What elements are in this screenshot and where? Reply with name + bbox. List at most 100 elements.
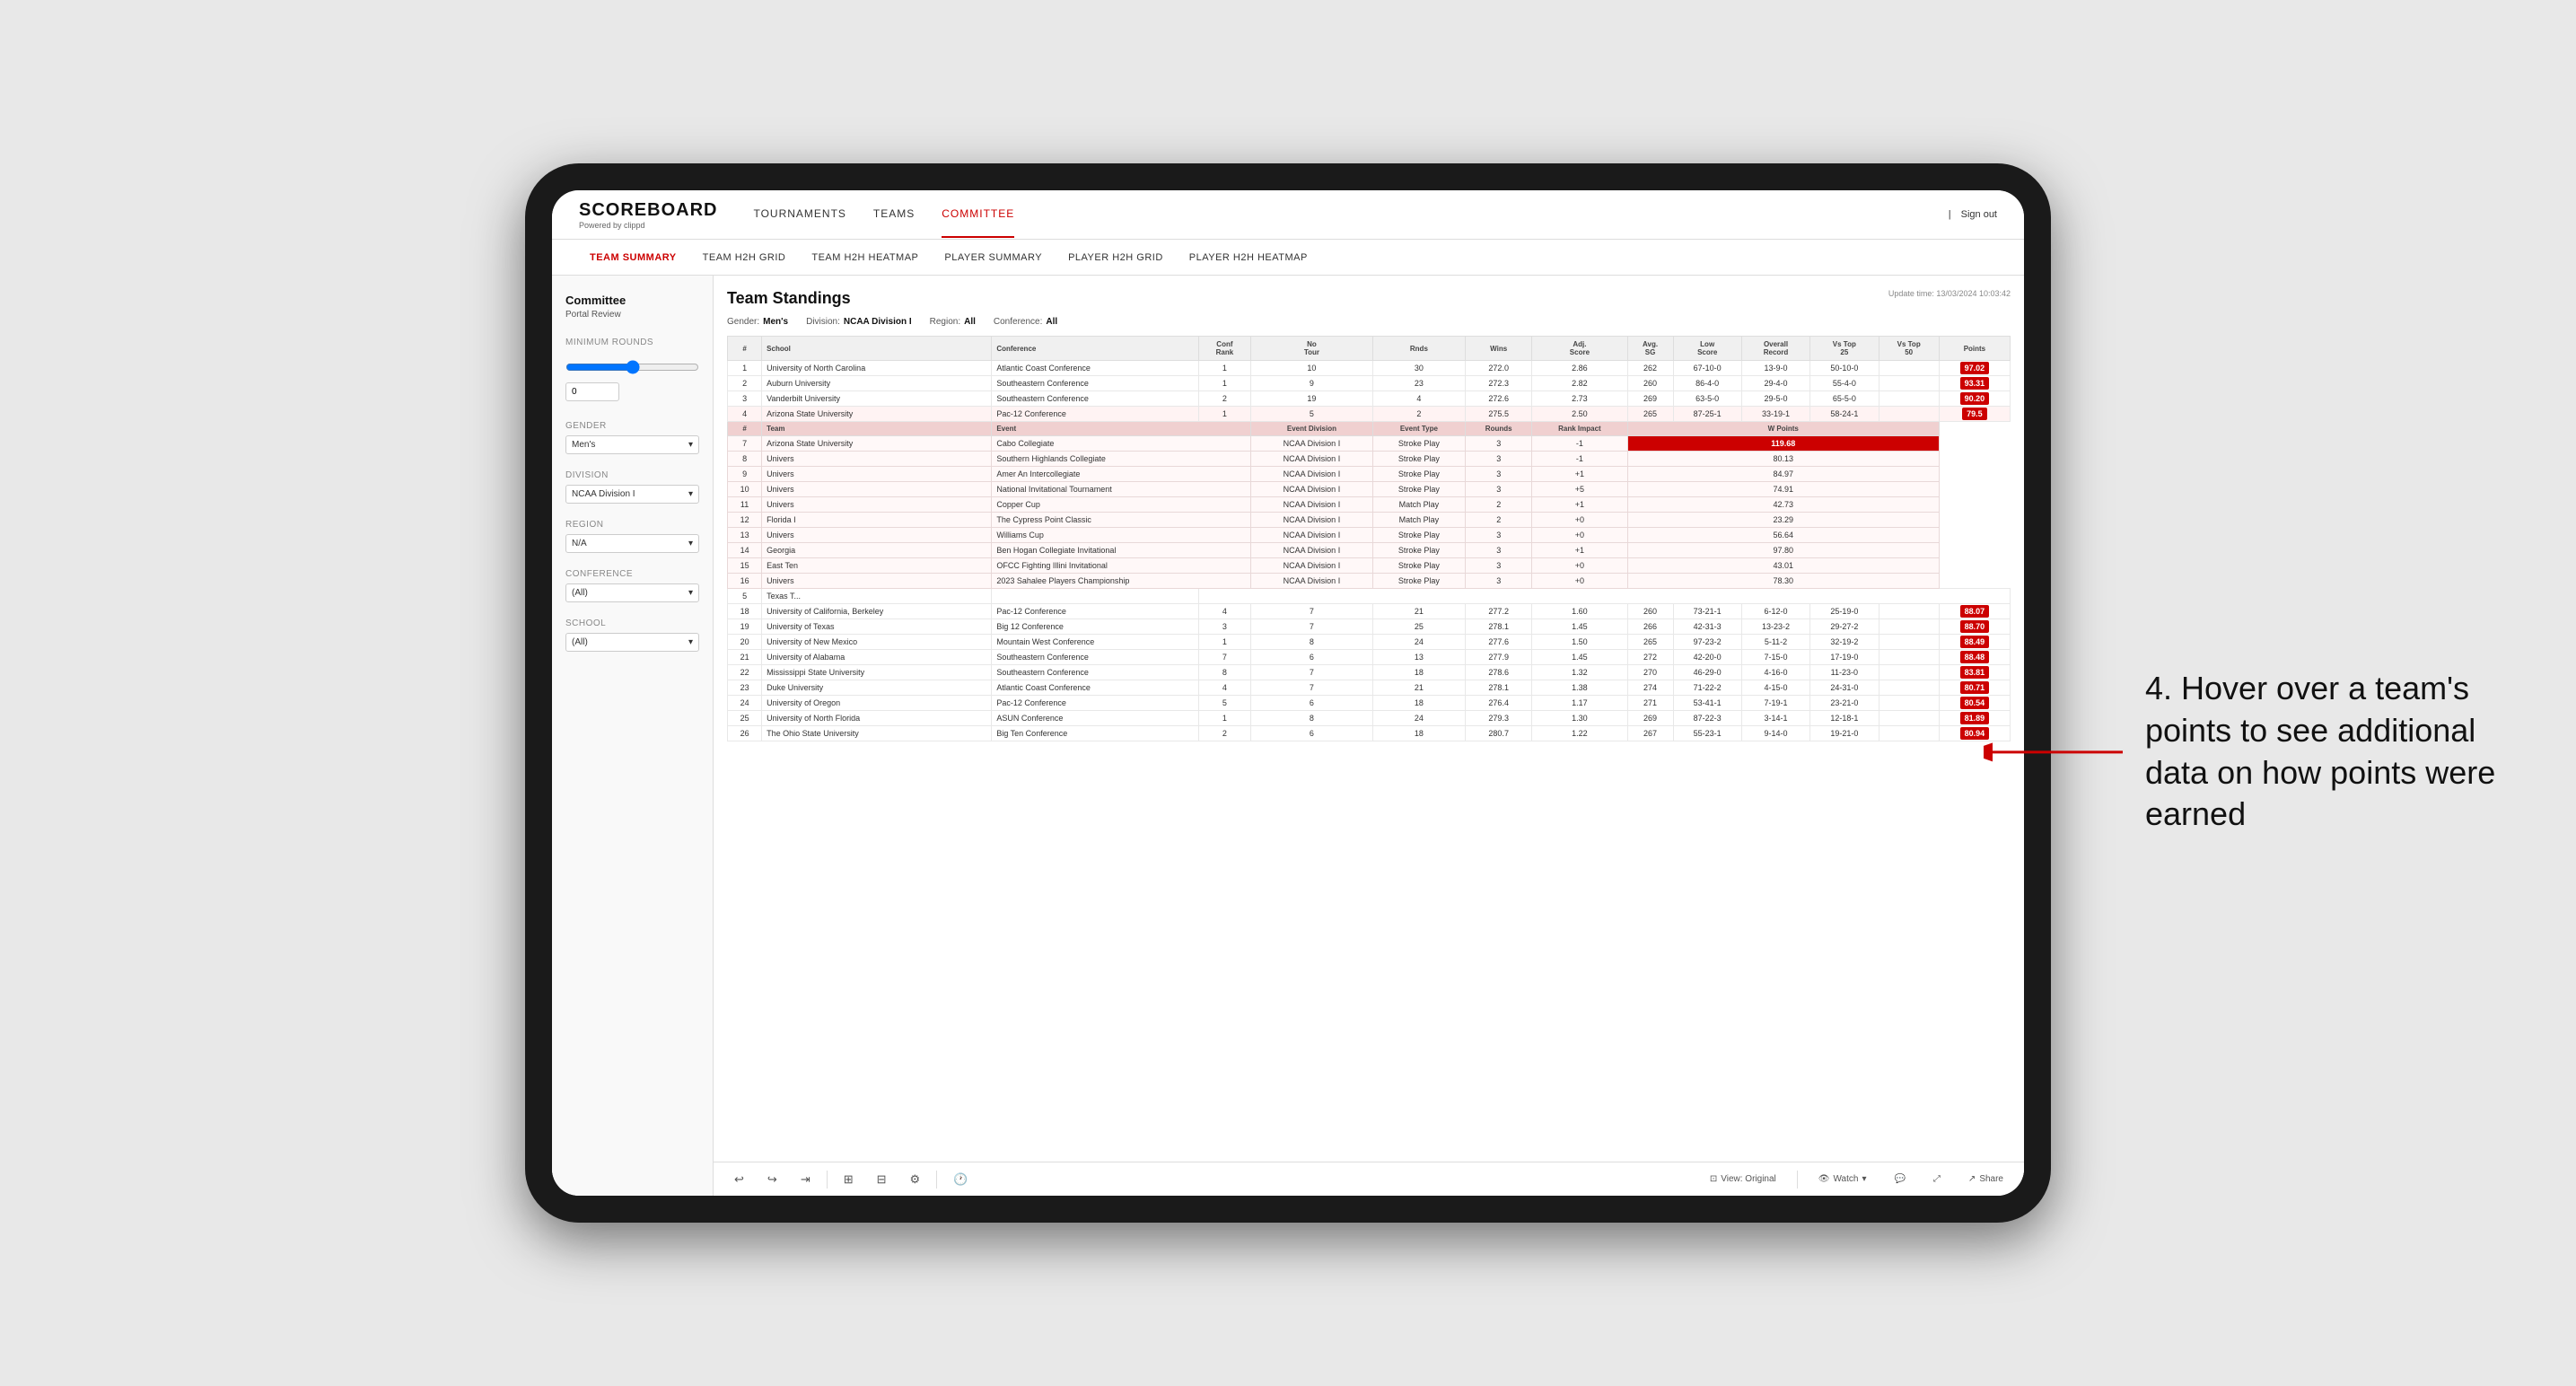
tooltip-col-rounds: Rounds [1466,422,1532,436]
tooltip-col-points: W Points [1627,422,1939,436]
tooltip-col-num: # [728,422,762,436]
points-24[interactable]: 80.54 [1939,696,2010,711]
nav-committee[interactable]: COMMITTEE [942,191,1014,238]
adj-19: 1.45 [1532,619,1627,635]
tooltip-team-10: Univers [762,482,992,497]
col-vs-top-50: Vs Top50 [1879,337,1939,361]
subnav-player-h2h-heatmap[interactable]: PLAYER H2H HEATMAP [1178,243,1319,272]
subnav-team-summary[interactable]: TEAM SUMMARY [579,243,688,272]
table-row: 24 University of Oregon Pac-12 Conferenc… [728,696,2011,711]
sidebar-min-rounds: Minimum Rounds [565,338,699,405]
clock-button[interactable]: 🕐 [946,1168,975,1191]
subnav-team-h2h-heatmap[interactable]: TEAM H2H HEATMAP [801,243,929,272]
undo-button[interactable]: ↩ [727,1168,751,1191]
notour-22: 7 [1251,665,1372,680]
redo-button[interactable]: ↪ [760,1168,784,1191]
avg-2: 260 [1627,376,1673,391]
copy-button[interactable]: ⊞ [837,1168,861,1191]
settings-button[interactable]: ⚙ [903,1168,928,1191]
tooltip-type-15: Stroke Play [1372,558,1466,574]
redo-icon: ↪ [767,1172,777,1187]
tooltip-rounds-9: 3 [1466,467,1532,482]
points-3[interactable]: 90.20 [1939,391,2010,407]
tooltip-data-row: 12 Florida I The Cypress Point Classic N… [728,513,2011,528]
avg-3: 269 [1627,391,1673,407]
points-21[interactable]: 88.48 [1939,650,2010,665]
confrank-25: 1 [1198,711,1251,726]
sidebar-select-gender[interactable]: Men's ▾ [565,435,699,454]
wins-3: 272.6 [1466,391,1532,407]
rank-23: 23 [728,680,762,696]
subnav-player-h2h-grid[interactable]: PLAYER H2H GRID [1057,243,1174,272]
nav-tournaments[interactable]: TOURNAMENTS [753,191,846,238]
points-badge-26[interactable]: 80.94 [1960,727,1990,740]
points-badge-23[interactable]: 80.71 [1960,681,1990,694]
vstop25-22: 11-23-0 [1810,665,1879,680]
points-badge-21[interactable]: 88.48 [1960,651,1990,663]
points-4[interactable]: 79.5 [1939,407,2010,422]
vstop25-1: 50-10-0 [1810,361,1879,376]
notour-18: 7 [1251,604,1372,619]
adj-24: 1.17 [1532,696,1627,711]
points-badge-3[interactable]: 90.20 [1960,392,1990,405]
points-badge-24[interactable]: 80.54 [1960,697,1990,709]
subnav-team-h2h-grid[interactable]: TEAM H2H GRID [692,243,797,272]
col-no-tour: NoTour [1251,337,1372,361]
expand-button[interactable]: ⤢ [1926,1170,1948,1189]
tooltip-team-13: Univers [762,528,992,543]
points-18[interactable]: 88.07 [1939,604,2010,619]
nav-links: TOURNAMENTS TEAMS COMMITTEE [753,191,1948,238]
filter-row: Gender: Men's Division: NCAA Division I … [727,317,2011,327]
tooltip-event-7: Cabo Collegiate [992,436,1251,452]
low-23: 71-22-2 [1673,680,1741,696]
comment-button[interactable]: 💬 [1887,1170,1912,1189]
points-22[interactable]: 83.81 [1939,665,2010,680]
points-badge-18[interactable]: 88.07 [1960,605,1990,618]
sidebar-select-conference[interactable]: (All) ▾ [565,583,699,602]
sidebar-slider-min-rounds[interactable] [565,355,699,379]
table-row-highlighted: 4 Arizona State University Pac-12 Confer… [728,407,2011,422]
sidebar-label-school: School [565,618,699,628]
rnds-22: 18 [1372,665,1466,680]
table-row: 22 Mississippi State University Southeas… [728,665,2011,680]
nav-teams[interactable]: TEAMS [873,191,915,238]
points-23[interactable]: 80.71 [1939,680,2010,696]
points-badge-20[interactable]: 88.49 [1960,636,1990,648]
tooltip-points-15: 43.01 [1627,558,1939,574]
points-26[interactable]: 80.94 [1939,726,2010,741]
points-badge-25[interactable]: 81.89 [1960,712,1990,724]
bottom-toolbar: ↩ ↪ ⇥ ⊞ ⊟ ⚙ [714,1162,2024,1196]
avg-4: 265 [1627,407,1673,422]
logo: SCOREBOARD [579,200,717,221]
points-1[interactable]: 97.02 [1939,361,2010,376]
sidebar-select-school[interactable]: (All) ▾ [565,633,699,652]
view-original-button[interactable]: ⊡ View: Original [1703,1170,1783,1189]
points-25[interactable]: 81.89 [1939,711,2010,726]
paste-button[interactable]: ⊟ [870,1168,894,1191]
subnav-player-summary[interactable]: PLAYER SUMMARY [933,243,1053,272]
points-20[interactable]: 88.49 [1939,635,2010,650]
points-badge-22[interactable]: 83.81 [1960,666,1990,679]
forward-button[interactable]: ⇥ [793,1168,818,1191]
toolbar-divider-3 [1797,1171,1798,1189]
sidebar-input-min-rounds[interactable] [565,382,619,401]
col-conference: Conference [992,337,1198,361]
watch-button[interactable]: 👁 Watch ▾ [1811,1170,1874,1189]
sidebar-select-division[interactable]: NCAA Division I ▾ [565,485,699,504]
points-19[interactable]: 88.70 [1939,619,2010,635]
share-button[interactable]: ↗ Share [1961,1170,2011,1189]
school-25: University of North Florida [762,711,992,726]
table-area: Team Standings Update time: 13/03/2024 1… [714,276,2024,1162]
tablet-frame: SCOREBOARD Powered by clippd TOURNAMENTS… [525,163,2051,1223]
points-badge-2[interactable]: 93.31 [1960,377,1990,390]
signout-link[interactable]: Sign out [1961,209,1997,220]
tooltip-col-rank-impact: Rank Impact [1532,422,1627,436]
rank-1: 1 [728,361,762,376]
points-badge-4[interactable]: 79.5 [1962,408,1987,420]
points-badge-1[interactable]: 97.02 [1960,362,1990,374]
tooltip-rounds-8: 3 [1466,452,1532,467]
sidebar-select-region[interactable]: N/A ▾ [565,534,699,553]
confrank-2: 1 [1198,376,1251,391]
points-badge-19[interactable]: 88.70 [1960,620,1990,633]
points-2[interactable]: 93.31 [1939,376,2010,391]
